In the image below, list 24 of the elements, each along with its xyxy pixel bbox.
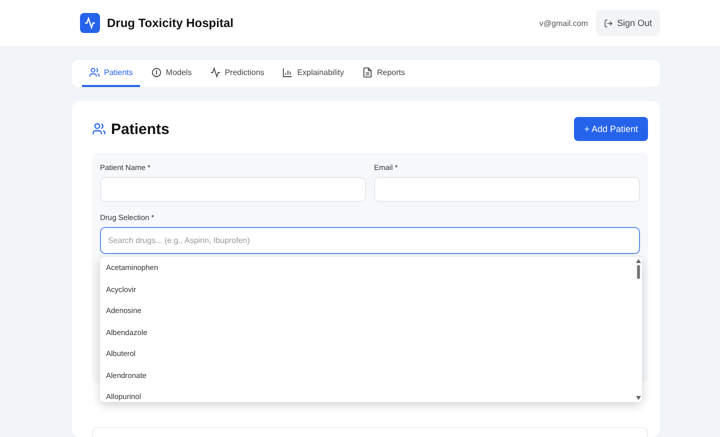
- scroll-up-icon[interactable]: [636, 259, 640, 263]
- add-patient-button[interactable]: + Add Patient: [574, 117, 648, 141]
- drug-search-field[interactable]: Search drugs... (e.g., Aspirin, Ibuprofen): [100, 227, 640, 254]
- tab[interactable]: Patients: [82, 60, 140, 87]
- pulse-icon: [210, 67, 221, 78]
- tab[interactable]: Predictions: [202, 60, 272, 87]
- tab[interactable]: Models: [144, 60, 199, 87]
- logout-icon: [604, 18, 613, 28]
- users-icon: [89, 67, 100, 78]
- scroll-down-icon[interactable]: [636, 396, 640, 400]
- sign-out-button[interactable]: Sign Out: [596, 10, 660, 36]
- email-field[interactable]: [374, 177, 640, 202]
- coin-icon: [150, 67, 162, 78]
- app-logo-icon: [80, 13, 100, 33]
- users-icon: [92, 122, 106, 136]
- scrollbar[interactable]: [634, 257, 642, 402]
- document-icon: [362, 67, 373, 78]
- app-title: Drug Toxicity Hospital: [107, 16, 234, 30]
- bar-chart-icon: [282, 67, 294, 78]
- section-title: Patients: [92, 120, 170, 138]
- tab[interactable]: Reports: [354, 60, 412, 87]
- user-email: v@gmail.com: [539, 18, 588, 28]
- tab[interactable]: Explainability: [275, 60, 351, 87]
- patient-name-field[interactable]: [100, 177, 366, 202]
